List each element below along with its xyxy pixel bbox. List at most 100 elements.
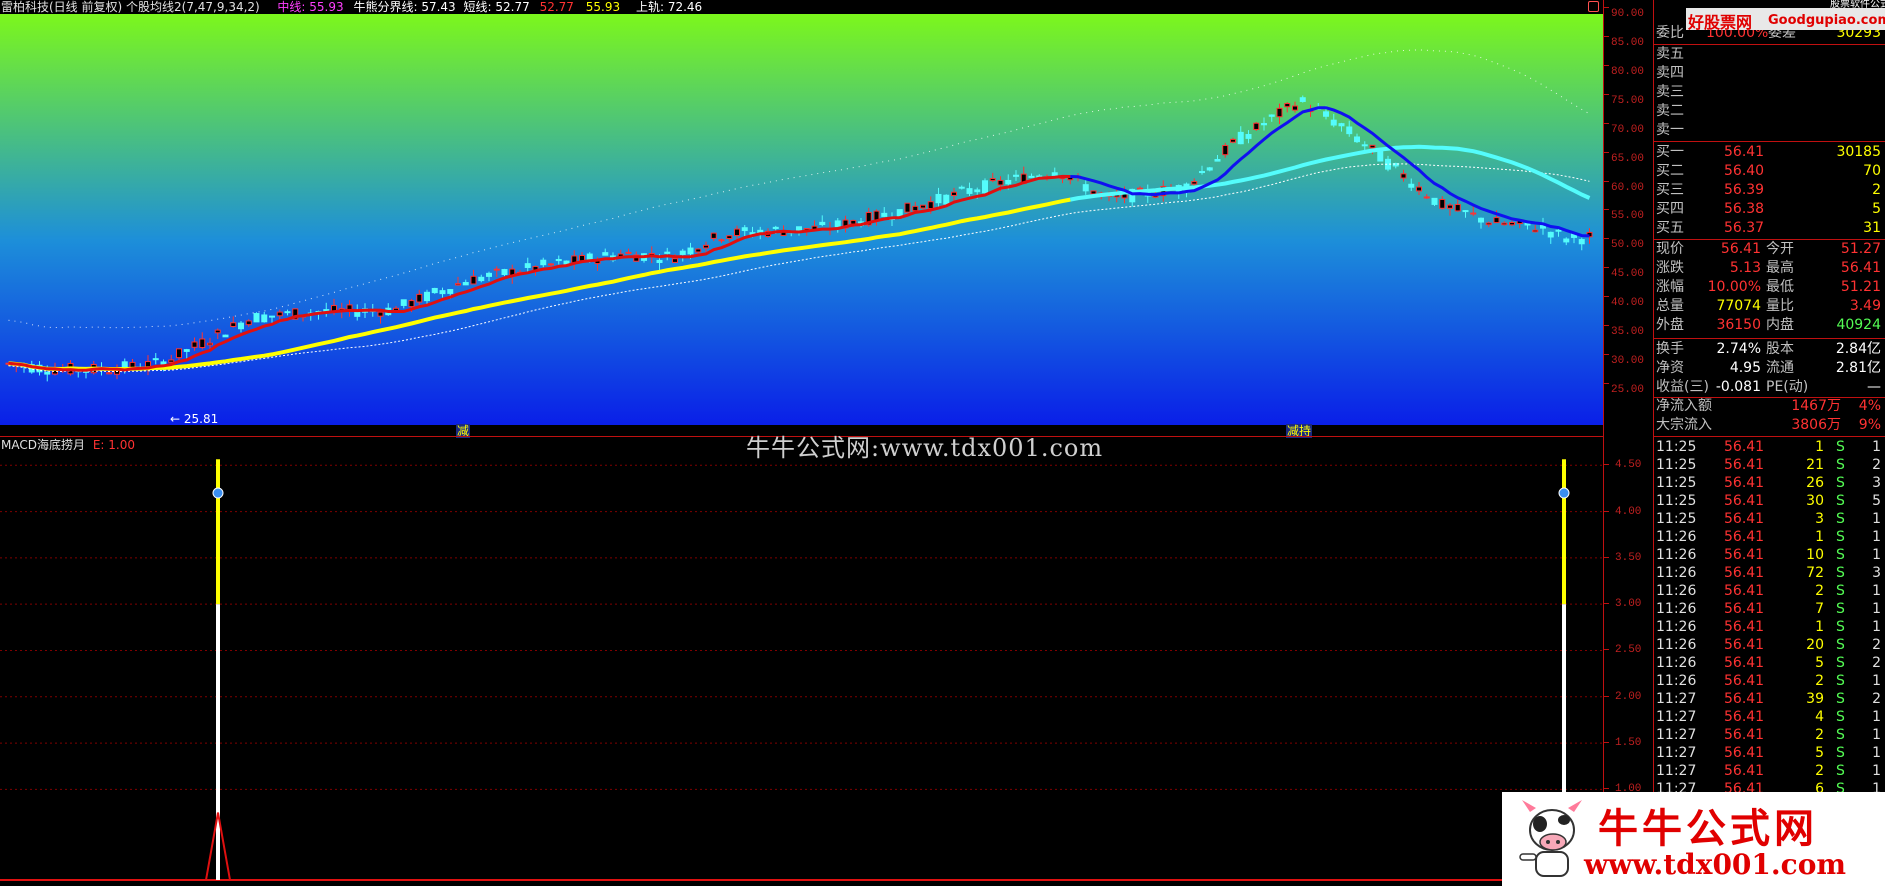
candle[interactable]	[1222, 145, 1229, 156]
candle[interactable]	[695, 248, 702, 253]
ask-level-4[interactable]: 卖四	[1654, 64, 1885, 83]
candle[interactable]	[1493, 217, 1500, 224]
candle[interactable]	[1509, 222, 1515, 226]
candle[interactable]	[1253, 122, 1260, 130]
bottom-signal-bar[interactable]	[205, 459, 231, 881]
tick-row[interactable]: 11:25 56.41 21 S 2	[1654, 456, 1885, 475]
candle[interactable]	[982, 180, 988, 194]
candle[interactable]	[958, 186, 965, 189]
candle[interactable]	[687, 247, 694, 255]
candle[interactable]	[106, 372, 113, 375]
candle[interactable]	[261, 314, 268, 323]
bid-level-5[interactable]: 买五 56.37 31	[1654, 219, 1885, 238]
quote-stat-row[interactable]: 收益(三) -0.081 PE(动) —	[1654, 378, 1885, 397]
candle[interactable]	[1005, 179, 1012, 185]
tick-row[interactable]: 11:26 56.41 72 S 3	[1654, 564, 1885, 583]
quote-stat-row[interactable]: 外盘 36150 内盘 40924	[1654, 316, 1885, 335]
candle[interactable]	[462, 282, 469, 286]
candle[interactable]	[679, 250, 686, 255]
tick-row[interactable]: 11:27 56.41 39 S 2	[1654, 690, 1885, 709]
candle[interactable]	[920, 204, 926, 209]
candle[interactable]	[943, 194, 950, 205]
bid-level-2[interactable]: 买二 56.40 70	[1654, 162, 1885, 181]
candle[interactable]	[1478, 217, 1484, 223]
tick-row[interactable]: 11:27 56.41 2 S 1	[1654, 762, 1885, 781]
quote-stat-row[interactable]: 现价 56.41 今开 51.27	[1654, 240, 1885, 259]
candle[interactable]	[1439, 199, 1446, 209]
candle[interactable]	[1191, 181, 1198, 185]
candle[interactable]	[1423, 196, 1430, 199]
tick-row[interactable]: 11:27 56.41 5 S 1	[1654, 744, 1885, 763]
candle[interactable]	[439, 290, 446, 295]
bid-level-3[interactable]: 买三 56.39 2	[1654, 181, 1885, 200]
candle[interactable]	[997, 179, 1004, 186]
flow-row[interactable]: 净流入额 1467万 4%	[1654, 397, 1885, 416]
candle[interactable]	[191, 341, 198, 348]
tick-row[interactable]: 11:26 56.41 1 S 1	[1654, 618, 1885, 637]
candle[interactable]	[501, 269, 508, 276]
candle[interactable]	[168, 359, 175, 363]
candle[interactable]	[1532, 229, 1539, 233]
candle[interactable]	[873, 210, 880, 221]
candle[interactable]	[1485, 222, 1492, 226]
candle[interactable]	[377, 311, 384, 317]
candle[interactable]	[1578, 239, 1585, 245]
candle[interactable]	[602, 252, 609, 256]
ask-level-2[interactable]: 卖二	[1654, 102, 1885, 121]
candle[interactable]	[269, 315, 275, 318]
candle[interactable]	[1051, 172, 1058, 177]
candle[interactable]	[974, 189, 981, 193]
candle[interactable]	[1276, 107, 1283, 118]
candle[interactable]	[1555, 229, 1562, 232]
candle[interactable]	[1261, 123, 1267, 126]
candle[interactable]	[408, 300, 415, 308]
main-price-chart[interactable]	[0, 14, 1603, 425]
candle[interactable]	[486, 272, 492, 277]
tick-row[interactable]: 11:27 56.41 2 S 1	[1654, 726, 1885, 745]
candle[interactable]	[1137, 187, 1143, 190]
candle[interactable]	[284, 311, 291, 314]
candle[interactable]	[222, 334, 229, 338]
candle[interactable]	[1299, 97, 1306, 102]
candle[interactable]	[447, 289, 454, 294]
candle[interactable]	[1199, 171, 1205, 174]
candle[interactable]	[881, 212, 888, 217]
candle[interactable]	[199, 338, 206, 349]
candle[interactable]	[1284, 102, 1291, 108]
candle[interactable]	[1013, 174, 1019, 177]
candle[interactable]	[276, 311, 283, 317]
candle[interactable]	[431, 287, 438, 294]
tick-row[interactable]: 11:26 56.41 5 S 2	[1654, 654, 1885, 673]
tick-row[interactable]: 11:26 56.41 2 S 1	[1654, 582, 1885, 601]
candle[interactable]	[478, 276, 485, 282]
tick-row[interactable]: 11:27 56.41 4 S 1	[1654, 708, 1885, 727]
tick-row[interactable]: 11:26 56.41 10 S 1	[1654, 546, 1885, 565]
tick-row[interactable]: 11:26 56.41 2 S 1	[1654, 672, 1885, 691]
candle[interactable]	[718, 239, 725, 242]
candle[interactable]	[1361, 144, 1368, 147]
candle[interactable]	[734, 228, 740, 237]
candle[interactable]	[927, 201, 934, 210]
quote-stat-row[interactable]: 换手 2.74% 股本 2.84亿	[1654, 340, 1885, 359]
candle[interactable]	[1323, 111, 1329, 117]
candle[interactable]	[540, 259, 547, 266]
candle[interactable]	[524, 263, 531, 268]
stock-title[interactable]: 雷柏科技(日线 前复权)	[1, 0, 122, 14]
candle[interactable]	[1563, 238, 1570, 243]
candle[interactable]	[1354, 136, 1360, 143]
candle[interactable]	[354, 311, 361, 317]
candle[interactable]	[416, 293, 423, 303]
sub-chart-title[interactable]: MACD海底捞月	[1, 438, 85, 452]
candle[interactable]	[1470, 212, 1477, 215]
candle[interactable]	[1346, 126, 1353, 135]
tick-row[interactable]: 11:26 56.41 1 S 1	[1654, 528, 1885, 547]
candle[interactable]	[1268, 114, 1275, 117]
tick-row[interactable]: 11:25 56.41 1 S 1	[1654, 438, 1885, 457]
candle[interactable]	[741, 227, 748, 231]
bid-level-1[interactable]: 买一 56.41 30185	[1654, 143, 1885, 162]
ask-level-5[interactable]: 卖五	[1654, 45, 1885, 64]
candle[interactable]	[989, 178, 996, 182]
candle[interactable]	[912, 205, 919, 212]
candle[interactable]	[664, 251, 671, 254]
candle[interactable]	[1330, 119, 1337, 126]
